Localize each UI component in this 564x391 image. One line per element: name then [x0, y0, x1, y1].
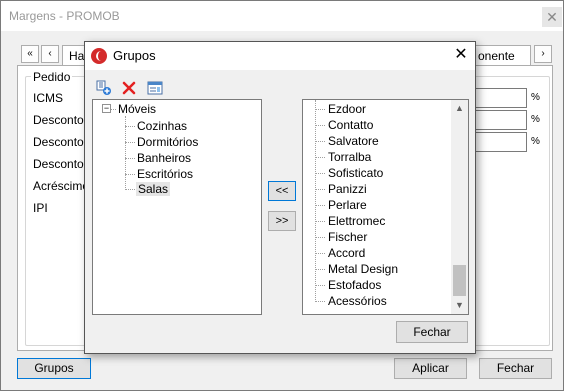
pedido-group-title: Pedido [31, 70, 73, 84]
tree-node-escritorios[interactable]: Escritórios [137, 167, 193, 181]
available-group-item[interactable]: Acessórios [328, 294, 387, 308]
icms-input[interactable] [471, 88, 527, 108]
list-connector [315, 205, 325, 206]
dialog-close-icon[interactable]: ✕ [451, 45, 471, 65]
list-connector [315, 285, 325, 286]
scroll-thumb[interactable] [453, 265, 466, 296]
available-group-item[interactable]: Perlare [328, 198, 367, 212]
available-group-item[interactable]: Fischer [328, 230, 367, 244]
desconto2-input[interactable] [471, 132, 527, 152]
dialog-fechar-button[interactable]: Fechar [396, 321, 468, 343]
list-connector [315, 301, 325, 302]
list-connector [315, 100, 316, 302]
available-group-item[interactable]: Panizzi [328, 182, 367, 196]
desconto1-input[interactable] [471, 110, 527, 130]
tree-connector [125, 189, 135, 190]
tab-scroll-first-button[interactable]: « [21, 45, 39, 63]
tree-node-dormitorios[interactable]: Dormitórios [137, 135, 198, 149]
list-connector [315, 157, 325, 158]
list-connector [315, 189, 325, 190]
delete-icon[interactable] [121, 80, 137, 96]
tree-connector [125, 142, 135, 143]
list-scrollbar[interactable]: ▲ ▼ [451, 100, 468, 314]
tree-node-salas[interactable]: Salas [136, 182, 171, 196]
tree-expander-icon[interactable]: − [102, 104, 111, 113]
available-group-item[interactable]: Sofisticato [328, 166, 383, 180]
tree-node-cozinhas[interactable]: Cozinhas [137, 119, 187, 133]
scroll-up-icon[interactable]: ▲ [451, 103, 468, 113]
main-close-icon[interactable]: ✕ [542, 7, 562, 27]
available-group-item[interactable]: Ezdoor [328, 102, 366, 116]
list-connector [315, 253, 325, 254]
tree-add-icon[interactable] [96, 80, 112, 96]
dialog-title: Grupos [113, 48, 156, 63]
main-window-title: Margens - PROMOB [9, 9, 120, 23]
aplicar-button[interactable]: Aplicar [394, 358, 467, 379]
list-connector [315, 221, 325, 222]
tree-connector [125, 158, 135, 159]
desconto1-percent: % [531, 114, 540, 125]
list-connector [315, 141, 325, 142]
scroll-down-icon[interactable]: ▼ [451, 300, 468, 310]
available-group-item[interactable]: Salvatore [328, 134, 379, 148]
grupos-button[interactable]: Grupos [17, 358, 91, 379]
promob-logo-icon [91, 48, 107, 64]
icms-percent: % [531, 92, 540, 103]
tree-connector [125, 126, 135, 127]
properties-icon[interactable] [147, 80, 163, 96]
move-left-button[interactable]: << [268, 181, 296, 201]
tree-node-moveis[interactable]: Móveis [118, 102, 156, 116]
list-connector [315, 125, 325, 126]
list-connector [315, 109, 325, 110]
list-connector [315, 173, 325, 174]
available-group-item[interactable]: Contatto [328, 118, 373, 132]
list-connector [315, 269, 325, 270]
icms-label: ICMS [33, 91, 63, 105]
tree-node-banheiros[interactable]: Banheiros [137, 151, 191, 165]
desconto2-percent: % [531, 136, 540, 147]
tab-componente[interactable]: onente [471, 45, 531, 65]
main-fechar-button[interactable]: Fechar [479, 358, 552, 379]
dialog-title-bar: Grupos ✕ [85, 42, 475, 70]
acrescimo-label: Acréscimo [33, 179, 90, 193]
list-connector [315, 237, 325, 238]
tree-connector [125, 174, 135, 175]
tree-connector [111, 109, 116, 110]
available-group-item[interactable]: Accord [328, 246, 365, 260]
ipi-label: IPI [33, 201, 48, 215]
available-group-item[interactable]: Estofados [328, 278, 381, 292]
tab-scroll-prev-button[interactable]: ‹ [41, 45, 59, 63]
main-title-bar: Margens - PROMOB ✕ [1, 1, 563, 31]
available-group-item[interactable]: Torralba [328, 150, 371, 164]
tab-scroll-next-button[interactable]: › [534, 45, 552, 63]
available-group-item[interactable]: Metal Design [328, 262, 398, 276]
move-right-button[interactable]: >> [268, 211, 296, 231]
available-group-item[interactable]: Elettromec [328, 214, 385, 228]
